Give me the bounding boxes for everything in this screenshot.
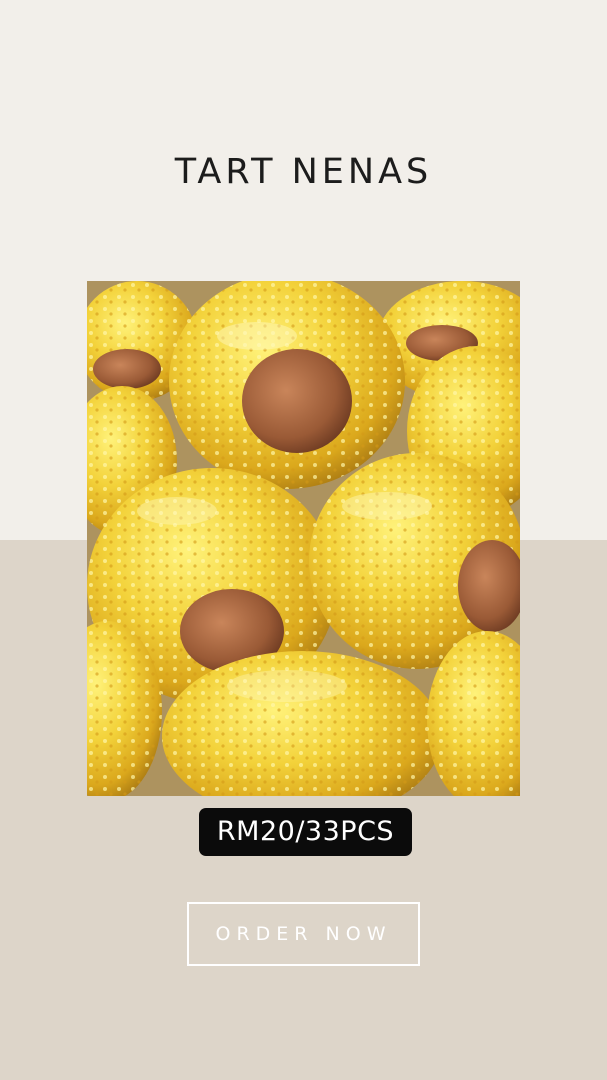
product-photo	[87, 281, 520, 796]
product-title: TART NENAS	[174, 152, 433, 192]
order-now-button[interactable]: ORDER NOW	[187, 902, 420, 966]
price-badge: RM20/33PCS	[199, 808, 412, 856]
